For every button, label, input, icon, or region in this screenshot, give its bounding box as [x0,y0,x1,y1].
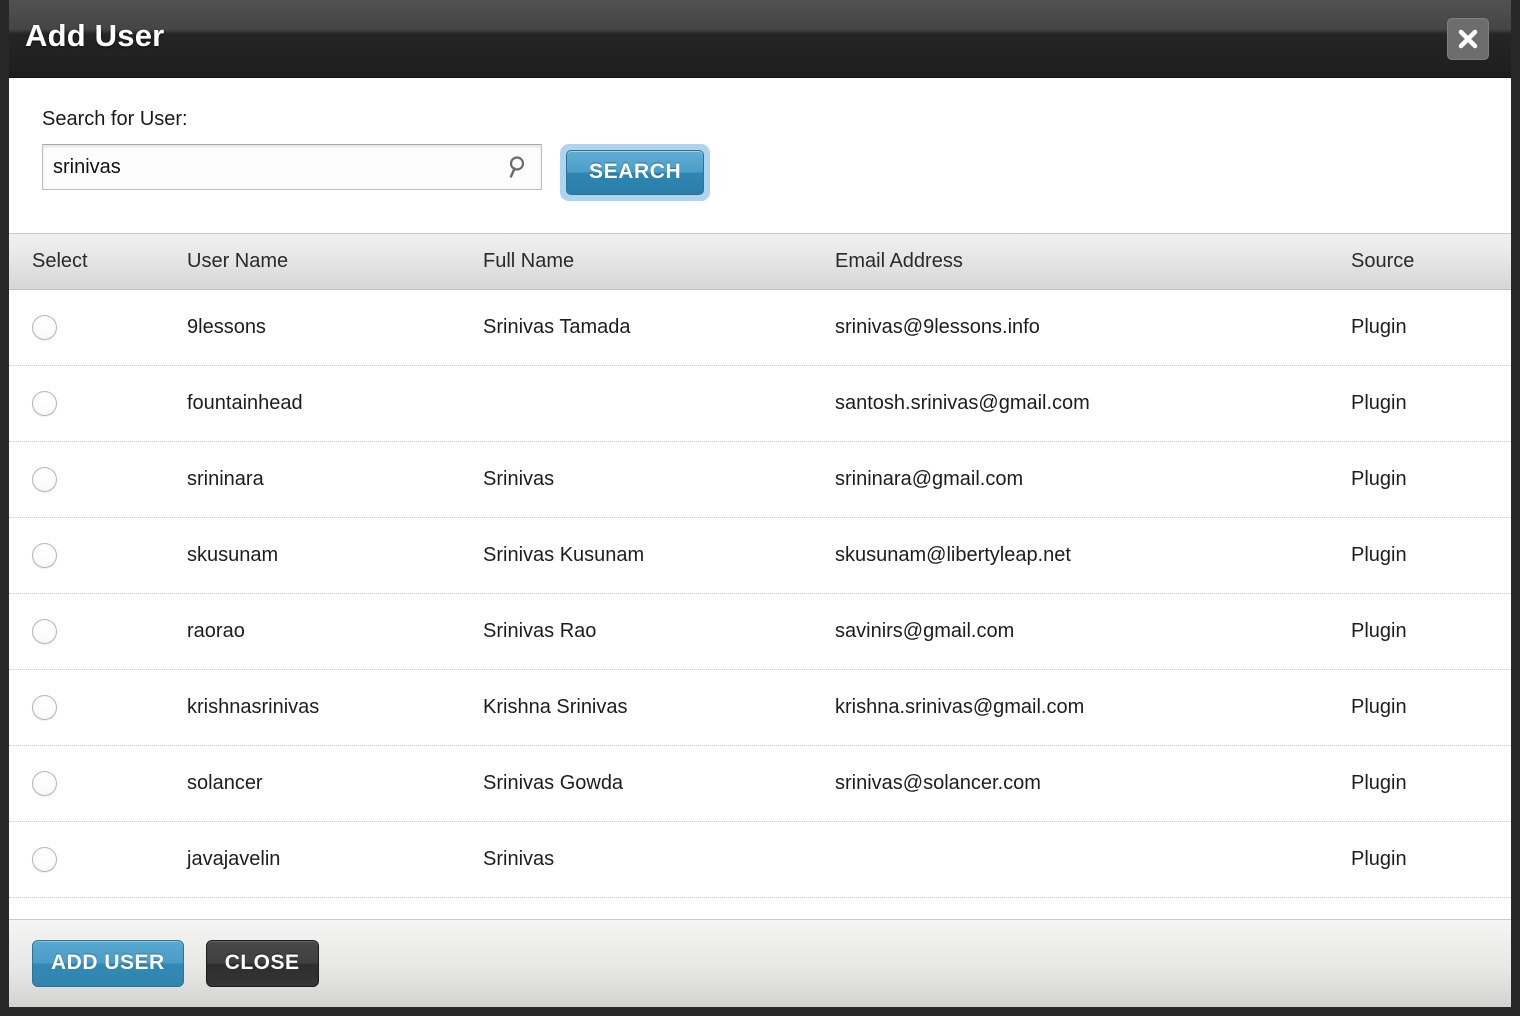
table-row[interactable]: srininara Srinivas srininara@gmail.com Plug… [9,442,1511,518]
row-select-cell [9,391,187,416]
email-address-cell: srinivas@solancer.com [835,772,1041,794]
user-name-cell: 9lessons [187,316,266,338]
source-cell: Plugin [1351,848,1407,870]
table-row[interactable]: javajavelin Srinivas Plugin [9,822,1511,898]
table-row[interactable]: fountainhead santosh.srinivas@gmail.com Pl… [9,366,1511,442]
source-cell: Plugin [1351,620,1407,642]
table-body: 9lessons Srinivas Tamada srinivas@9lessons… [9,290,1511,898]
source-cell: Plugin [1351,468,1407,490]
column-header-full-name: Full Name [483,250,575,272]
source-cell: Plugin [1351,316,1407,338]
search-button[interactable]: SEARCH [566,150,705,195]
table-row[interactable]: solancer Srinivas Gowda srinivas@solancer.… [9,746,1511,822]
select-user-radio[interactable] [32,619,57,644]
email-address-cell: santosh.srinivas@gmail.com [835,392,1090,414]
user-name-cell: krishnasrinivas [187,696,320,718]
search-input[interactable] [42,144,542,190]
search-label: Search for User: [42,108,188,130]
row-select-cell [9,847,187,872]
table-row[interactable]: krishnasrinivas Krishna Srinivas krishna.s… [9,670,1511,746]
source-cell: Plugin [1351,392,1407,414]
email-address-cell: krishna.srinivas@gmail.com [835,696,1085,718]
add-user-button[interactable]: ADD USER [32,940,184,987]
row-select-cell [9,543,187,568]
user-name-cell: skusunam [187,544,279,566]
table-row[interactable]: skusunam Srinivas Kusunam skusunam@liberty… [9,518,1511,594]
user-name-cell: javajavelin [187,848,281,870]
search-button-focus-ring: SEARCH [560,144,711,201]
close-icon[interactable] [1447,18,1489,60]
table-row[interactable]: 9lessons Srinivas Tamada srinivas@9lessons… [9,290,1511,366]
select-user-radio[interactable] [32,391,57,416]
source-cell: Plugin [1351,544,1407,566]
email-address-cell: savinirs@gmail.com [835,620,1015,642]
email-address-cell: skusunam@libertyleap.net [835,544,1071,566]
full-name-cell: Srinivas Tamada [483,316,631,338]
select-user-radio[interactable] [32,467,57,492]
select-user-radio[interactable] [32,771,57,796]
full-name-cell: Srinivas [483,468,555,490]
close-button[interactable]: CLOSE [205,940,319,987]
user-results-table: Select User Name Full Name Email Address… [9,233,1511,919]
dialog-titlebar: Add User [9,0,1511,78]
source-cell: Plugin [1351,772,1407,794]
row-select-cell [9,467,187,492]
user-name-cell: srininara [187,468,264,490]
source-cell: Plugin [1351,696,1407,718]
user-name-cell: fountainhead [187,392,303,414]
table-row[interactable]: raorao Srinivas Rao savinirs@gmail.com Plug… [9,594,1511,670]
email-address-cell: srinivas@9lessons.info [835,316,1040,338]
select-user-radio[interactable] [32,543,57,568]
user-name-cell: solancer [187,772,263,794]
column-header-select: Select [32,250,88,272]
row-select-cell [9,771,187,796]
row-select-cell [9,315,187,340]
table-header-row: Select User Name Full Name Email Address… [9,233,1511,290]
add-user-dialog: Add User Search for User: SEARCH [0,0,1520,1016]
full-name-cell: Srinivas [483,848,555,870]
column-header-email-address: Email Address [835,250,963,272]
full-name-cell: Srinivas Rao [483,620,597,642]
search-panel: Search for User: SEARCH [9,78,1511,233]
search-field-wrap [42,144,542,190]
select-user-radio[interactable] [32,695,57,720]
email-address-cell: srininara@gmail.com [835,468,1024,490]
select-user-radio[interactable] [32,847,57,872]
full-name-cell: Srinivas Kusunam [483,544,645,566]
row-select-cell [9,619,187,644]
column-header-source: Source [1351,250,1415,272]
dialog-title: Add User [25,18,165,53]
full-name-cell: Srinivas Gowda [483,772,624,794]
dialog-footer: ADD USER CLOSE [9,919,1511,1007]
search-row: SEARCH [42,144,1511,201]
select-user-radio[interactable] [32,315,57,340]
user-name-cell: raorao [187,620,245,642]
full-name-cell: Krishna Srinivas [483,696,628,718]
column-header-user-name: User Name [187,250,289,272]
row-select-cell [9,695,187,720]
